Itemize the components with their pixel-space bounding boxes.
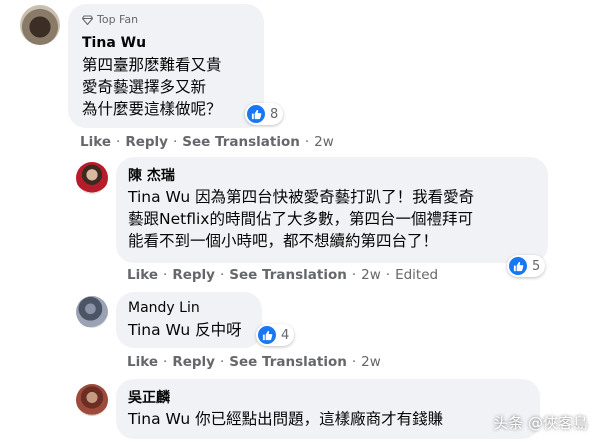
see-translation-link[interactable]: See Translation	[182, 134, 300, 150]
comment-actions: Like · Reply · See Translation · 2w	[127, 354, 381, 370]
comment-actions: Like · Reply · See Translation · 2w · Ed…	[127, 267, 438, 283]
reaction-number: 4	[281, 327, 290, 343]
mention-tag[interactable]: Tina Wu	[128, 188, 190, 206]
separator: ·	[351, 267, 357, 283]
separator: ·	[163, 267, 168, 283]
like-reaction-icon	[247, 105, 265, 123]
comment-author[interactable]: 陳 杰瑞	[128, 165, 175, 185]
reply-link[interactable]: Reply	[172, 267, 215, 283]
reaction-number: 8	[270, 106, 279, 122]
separator: ·	[116, 134, 121, 150]
comment-body: 反中呀	[190, 321, 242, 339]
watermark: 头条 @俠客島	[493, 414, 588, 432]
comment-author[interactable]: Mandy Lin	[128, 300, 200, 316]
top-fan-badge: Top Fan	[82, 13, 138, 26]
avatar[interactable]	[76, 384, 108, 416]
reply-link[interactable]: Reply	[125, 134, 168, 150]
like-reaction-icon	[509, 257, 527, 275]
separator: ·	[172, 134, 178, 150]
reply-link[interactable]: Reply	[172, 354, 215, 370]
separator: ·	[351, 354, 357, 370]
like-reaction-icon	[258, 326, 276, 344]
like-link[interactable]: Like	[127, 267, 158, 283]
separator: ·	[219, 354, 225, 370]
diamond-icon	[82, 14, 93, 25]
reaction-count[interactable]: 4	[256, 324, 295, 346]
comment-line: 第四臺那麽難看又貴	[82, 56, 222, 74]
see-translation-link[interactable]: See Translation	[229, 267, 347, 283]
see-translation-link[interactable]: See Translation	[229, 354, 347, 370]
comment-bubble: 陳 杰瑞 Tina Wu 因為第四台快被愛奇藝打趴了！我看愛奇 藝跟Netfli…	[116, 157, 548, 263]
mention-tag[interactable]: Tina Wu	[128, 410, 190, 428]
like-link[interactable]: Like	[80, 134, 111, 150]
reaction-number: 5	[532, 258, 541, 274]
mention-tag[interactable]: Tina Wu	[128, 321, 190, 339]
comment-line: 能看不到一個小時吧，都不想續約第四台了！	[128, 232, 439, 250]
comment-author[interactable]: 吳正麟	[128, 387, 170, 407]
comment-body: 你已經點出問題，這樣廠商才有錢賺	[190, 410, 444, 428]
avatar[interactable]	[20, 5, 60, 45]
reaction-count[interactable]: 5	[507, 255, 546, 277]
separator: ·	[385, 267, 391, 283]
separator: ·	[219, 267, 225, 283]
top-fan-label: Top Fan	[97, 13, 139, 26]
comment-text: Tina Wu 因為第四台快被愛奇藝打趴了！我看愛奇 藝跟Netflix的時間佔…	[128, 186, 474, 252]
comment-line: 愛奇藝選擇多又新	[82, 78, 207, 96]
separator: ·	[304, 134, 310, 150]
like-link[interactable]: Like	[127, 354, 158, 370]
comment-text: 第四臺那麽難看又貴 愛奇藝選擇多又新 為什麼要這樣做呢？	[82, 54, 222, 120]
comment-bubble: Mandy Lin Tina Wu 反中呀	[116, 292, 262, 348]
timestamp[interactable]: 2w	[314, 134, 334, 150]
comment-line: 藝跟Netflix的時間佔了大多數，第四台一個禮拜可	[128, 210, 473, 228]
avatar[interactable]	[76, 296, 108, 328]
avatar[interactable]	[76, 162, 108, 194]
comment-line: 為什麼要這樣做呢？	[82, 100, 222, 118]
comment-author[interactable]: Tina Wu	[82, 35, 146, 51]
timestamp[interactable]: 2w	[361, 267, 381, 283]
comment-text: Tina Wu 你已經點出問題，這樣廠商才有錢賺	[128, 408, 443, 430]
timestamp[interactable]: 2w	[361, 354, 381, 370]
edited-label[interactable]: Edited	[395, 267, 438, 283]
reaction-count[interactable]: 8	[245, 103, 284, 125]
comment-bubble: Top Fan Tina Wu 第四臺那麽難看又貴 愛奇藝選擇多又新 為什麼要這…	[68, 4, 264, 128]
comment-actions: Like · Reply · See Translation · 2w	[80, 134, 334, 150]
separator: ·	[163, 354, 168, 370]
comment-text: Tina Wu 反中呀	[128, 319, 242, 341]
comment-bubble: 吳正麟 Tina Wu 你已經點出問題，這樣廠商才有錢賺	[116, 379, 540, 439]
comment-line: Tina Wu 因為第四台快被愛奇藝打趴了！我看愛奇	[128, 188, 475, 206]
